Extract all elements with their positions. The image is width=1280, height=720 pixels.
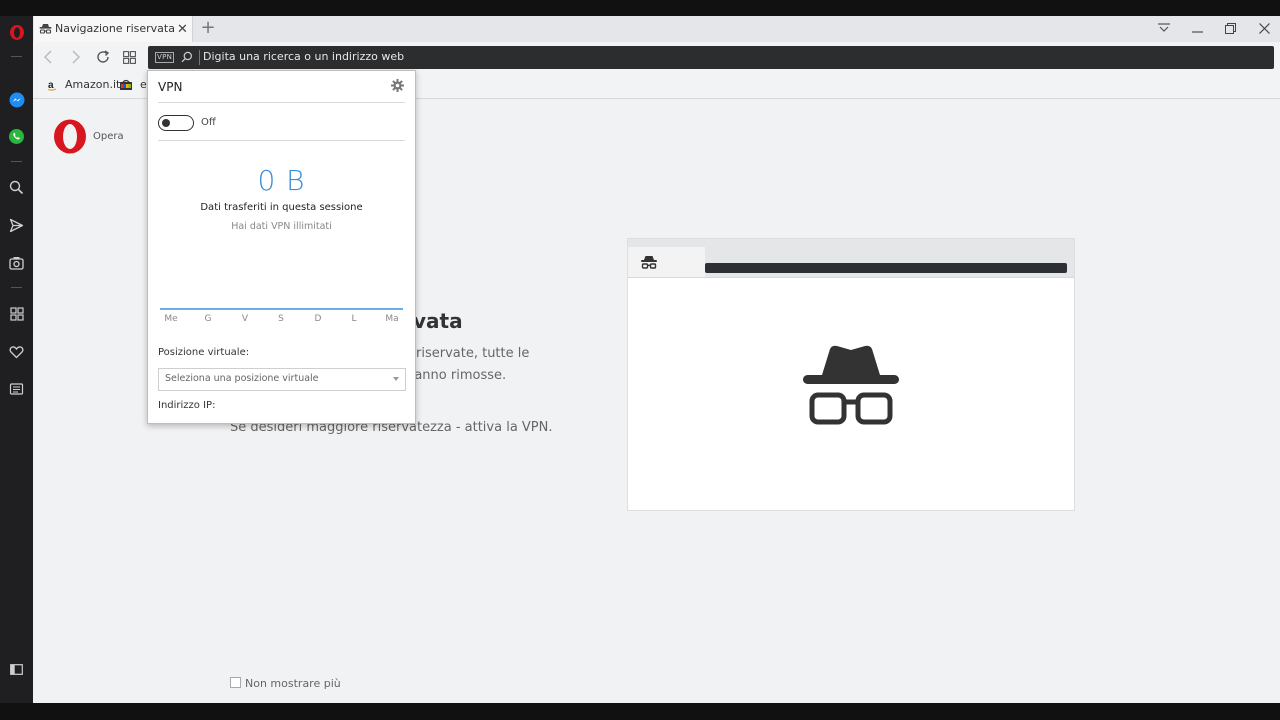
gear-icon[interactable] [391,79,404,95]
page-body-line1: riservate, tutte le [416,346,530,361]
graph-day-label: Ma [385,314,399,324]
amazon-icon: a [47,79,57,91]
tab-private-browsing[interactable]: Navigazione riservata ✕ [34,16,193,42]
search-icon[interactable] [8,179,25,196]
graph-day-label: L [351,314,357,324]
bookmark-ebay[interactable]: e [140,78,147,91]
vpn-data-label: Dati trasferiti in questa sessione [200,202,363,213]
vpn-popup: VPN Off 0 B Dati trasferiti in questa se… [147,70,416,424]
sidebar-divider [11,56,22,57]
tab-title: Navigazione riservata [55,22,175,35]
send-icon[interactable] [8,217,25,234]
tab-strip [33,16,1280,42]
top-border [0,0,1280,16]
page-title: vata [413,309,463,333]
sidebar [0,16,33,703]
address-input[interactable]: Digita una ricerca o un indirizzo web [203,50,404,63]
address-bar[interactable]: VPN Digita una ricerca o un indirizzo we… [148,46,1274,69]
sidebar-divider [11,161,22,162]
dont-show-again[interactable]: Non mostrare più [230,677,341,690]
news-icon[interactable] [8,380,25,397]
sidebar-divider [11,287,22,288]
address-divider [199,50,200,65]
sidebar-toggle-icon[interactable] [8,661,25,678]
back-icon[interactable] [43,50,53,67]
vpn-data-amount: 0 B [257,164,306,197]
vpn-unlimited-text: Hai dati VPN illimitati [231,221,332,232]
vpn-toggle[interactable] [158,115,194,131]
vpn-usage-graph [160,308,403,310]
bottom-border [0,703,1280,720]
restore-icon[interactable] [1218,18,1242,38]
graph-day-label: S [278,314,284,324]
illustration-tab [628,247,705,277]
vpn-toggle-label: Off [201,117,216,128]
virtual-location-label: Posizione virtuale: [158,347,250,358]
tab-menu-icon[interactable] [1152,18,1176,38]
whatsapp-icon[interactable] [8,128,25,145]
private-browser-illustration [627,238,1075,511]
dont-show-label: Non mostrare più [245,677,341,690]
reload-icon[interactable] [96,50,110,67]
search-icon [181,51,193,66]
incognito-icon [39,23,52,37]
incognito-large-icon [802,345,900,428]
divider [158,102,405,103]
graph-day-label: V [241,314,249,324]
close-tab-icon[interactable]: ✕ [177,22,188,37]
incognito-icon [640,255,658,272]
minimize-icon[interactable] [1185,18,1209,38]
vpn-popup-title: VPN [158,80,183,94]
vpn-badge-button[interactable]: VPN [155,52,175,63]
illustration-address-bar [705,263,1067,273]
ip-address-label: Indirizzo IP: [158,400,216,411]
dont-show-checkbox[interactable] [230,677,241,688]
camera-icon[interactable] [8,254,25,271]
opera-label[interactable]: Opera [93,131,124,142]
graph-day-label: D [314,314,322,324]
virtual-location-placeholder: Seleziona una posizione virtuale [165,373,319,384]
opera-logo-icon[interactable] [53,119,87,157]
messenger-icon[interactable] [8,91,25,108]
new-tab-button[interactable]: + [199,17,217,39]
divider [158,140,405,141]
opera-menu-icon[interactable] [8,24,25,41]
forward-icon[interactable] [71,50,81,67]
close-window-icon[interactable] [1252,18,1276,38]
page-body-line2: ranno rimosse. [409,368,507,383]
chevron-down-icon [393,377,399,381]
speed-dial-toolbar-icon[interactable] [123,51,136,67]
graph-day-label: Me [164,314,178,324]
heart-icon[interactable] [8,343,25,360]
bookmark-amazon[interactable]: Amazon.it [65,78,120,91]
toggle-knob [162,119,170,127]
ebay-icon [119,79,133,91]
virtual-location-select[interactable]: Seleziona una posizione virtuale [158,368,406,391]
graph-day-label: G [204,314,212,324]
speed-dial-icon[interactable] [8,305,25,322]
